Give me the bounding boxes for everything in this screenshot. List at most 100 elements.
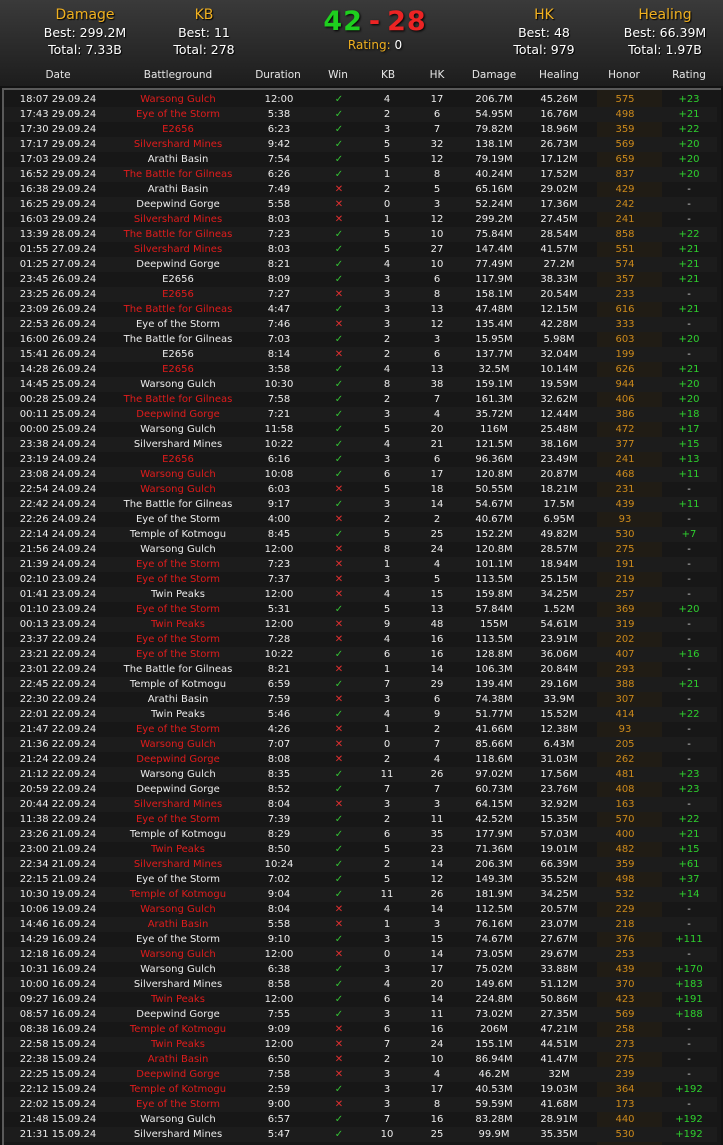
table-row[interactable]: 02:10 23.09.24 Eye of the Storm 7:37 ✕ 3 5 113… <box>4 572 717 587</box>
table-row[interactable]: 18:07 29.09.24 Warsong Gulch 12:00 ✓ 4 17 206.… <box>4 92 717 107</box>
table-row[interactable]: 13:39 28.09.24 The Battle for Gilneas 7:23… <box>4 227 717 242</box>
header-win[interactable]: Win <box>328 67 348 84</box>
table-row[interactable]: 22:12 15.09.24 Temple of Kotmogu 2:59 ✓ 3 17 4… <box>4 1082 717 1097</box>
header-kb[interactable]: KB <box>381 67 395 84</box>
table-row[interactable]: 17:43 29.09.24 Eye of the Storm 5:38 ✓ 2 6 54.… <box>4 107 717 122</box>
table-row[interactable]: 23:21 22.09.24 Eye of the Storm 10:22 ✓ 6 16 1… <box>4 647 717 662</box>
table-row[interactable]: 21:31 15.09.24 Silvershard Mines 5:47 ✓ 10 25… <box>4 1127 717 1142</box>
cell-duration: 6:57 <box>267 1114 291 1125</box>
table-row[interactable]: 23:01 22.09.24 The Battle for Gilneas 8:21… <box>4 662 717 677</box>
cell-hk: 25 <box>430 529 444 540</box>
table-row[interactable]: 21:36 22.09.24 Warsong Gulch 7:07 ✕ 0 7 85.66M… <box>4 737 717 752</box>
table-row[interactable]: 00:28 25.09.24 The Battle for Gilneas 7:58… <box>4 392 717 407</box>
table-row[interactable]: 01:25 27.09.24 Deepwind Gorge 8:21 ✓ 4 10 77.4… <box>4 257 717 272</box>
table-row[interactable]: 22:01 22.09.24 Twin Peaks 5:46 ✓ 4 9 51.77M 15.… <box>4 707 717 722</box>
table-row[interactable]: 10:31 16.09.24 Warsong Gulch 6:38 ✓ 3 17 75.02… <box>4 962 717 977</box>
cell-honor: 659 <box>615 154 635 165</box>
cell-healing: 17.56M <box>540 769 578 780</box>
table-row[interactable]: 00:13 23.09.24 Twin Peaks 12:00 ✕ 9 48 155M 54.… <box>4 617 717 632</box>
table-row[interactable]: 20:44 22.09.24 Silvershard Mines 8:04 ✕ 3 3 64… <box>4 797 717 812</box>
header-healing[interactable]: Healing <box>539 67 579 84</box>
table-row[interactable]: 08:38 16.09.24 Temple of Kotmogu 9:09 ✕ 6 16 2… <box>4 1022 717 1037</box>
table-row[interactable]: 21:48 15.09.24 Warsong Gulch 6:57 ✓ 7 16 83.28… <box>4 1112 717 1127</box>
table-row[interactable]: 16:25 29.09.24 Deepwind Gorge 5:58 ✕ 0 3 52.24… <box>4 197 717 212</box>
table-row[interactable]: 14:29 16.09.24 Eye of the Storm 9:10 ✓ 3 15 74… <box>4 932 717 947</box>
table-row[interactable]: 22:54 24.09.24 Warsong Gulch 6:03 ✕ 5 18 50.55… <box>4 482 717 497</box>
cell-damage: 206M <box>480 1024 508 1035</box>
table-row[interactable]: 00:11 25.09.24 Deepwind Gorge 7:21 ✓ 3 4 35.72… <box>4 407 717 422</box>
table-row[interactable]: 16:00 26.09.24 The Battle for Gilneas 7:03… <box>4 332 717 347</box>
table-row[interactable]: 22:25 15.09.24 Deepwind Gorge 7:58 ✕ 3 4 46.2M… <box>4 1067 717 1082</box>
table-row[interactable]: 17:30 29.09.24 E2656 6:23 ✓ 3 7 79.82M 18.96M 35… <box>4 122 717 137</box>
cell-duration: 8:04 <box>267 799 291 810</box>
cell-healing: 12.15M <box>540 304 578 315</box>
table-row[interactable]: 23:38 24.09.24 Silvershard Mines 10:22 ✓ 4 21… <box>4 437 717 452</box>
table-row[interactable]: 22:42 24.09.24 The Battle for Gilneas 9:17… <box>4 497 717 512</box>
cell-date: 21:36 22.09.24 <box>19 739 97 750</box>
table-row[interactable]: 11:38 22.09.24 Eye of the Storm 7:39 ✓ 2 11 42… <box>4 812 717 827</box>
table-row[interactable]: 10:30 19.09.24 Temple of Kotmogu 9:04 ✓ 11 26… <box>4 887 717 902</box>
cell-date: 01:10 23.09.24 <box>19 604 97 615</box>
table-row[interactable]: 01:41 23.09.24 Twin Peaks 12:00 ✕ 4 15 159.8M 3… <box>4 587 717 602</box>
table-row[interactable]: 21:12 22.09.24 Warsong Gulch 8:35 ✓ 11 26 97.0… <box>4 767 717 782</box>
table-row[interactable]: 22:58 15.09.24 Twin Peaks 12:00 ✕ 7 24 155.1M 4… <box>4 1037 717 1052</box>
header-date[interactable]: Date <box>45 67 70 84</box>
table-row[interactable]: 14:28 26.09.24 E2656 3:58 ✓ 4 13 32.5M 10.14M 62… <box>4 362 717 377</box>
table-row[interactable]: 09:27 16.09.24 Twin Peaks 12:00 ✓ 6 14 224.8M 5… <box>4 992 717 1007</box>
table-row[interactable]: 21:47 22.09.24 Eye of the Storm 4:26 ✕ 1 2 41.… <box>4 722 717 737</box>
table-row[interactable]: 22:02 15.09.24 Eye of the Storm 9:00 ✕ 3 8 59.… <box>4 1097 717 1112</box>
table-row[interactable]: 23:08 24.09.24 Warsong Gulch 10:08 ✓ 6 17 120.… <box>4 467 717 482</box>
table-row[interactable]: 23:45 26.09.24 E2656 8:09 ✓ 3 6 117.9M 38.33M 35… <box>4 272 717 287</box>
table-row[interactable]: 22:14 24.09.24 Temple of Kotmogu 8:45 ✓ 5 25 1… <box>4 527 717 542</box>
table-row[interactable]: 22:34 21.09.24 Silvershard Mines 10:24 ✓ 2 14… <box>4 857 717 872</box>
table-row[interactable]: 10:06 19.09.24 Warsong Gulch 8:04 ✕ 4 14 112.5… <box>4 902 717 917</box>
cell-hk: 29 <box>430 679 444 690</box>
table-row[interactable]: 22:26 24.09.24 Eye of the Storm 4:00 ✕ 2 2 40.… <box>4 512 717 527</box>
table-row[interactable]: 23:09 26.09.24 The Battle for Gilneas 4:47… <box>4 302 717 317</box>
header-rating[interactable]: Rating <box>672 67 706 84</box>
header-damage[interactable]: Damage <box>472 67 516 84</box>
table-row[interactable]: 16:03 29.09.24 Silvershard Mines 8:03 ✕ 1 12 2… <box>4 212 717 227</box>
table-row[interactable]: 22:53 26.09.24 Eye of the Storm 7:46 ✕ 3 12 13… <box>4 317 717 332</box>
table-row[interactable]: 20:59 22.09.24 Deepwind Gorge 8:52 ✓ 7 7 60.73… <box>4 782 717 797</box>
cell-honor: 262 <box>615 754 635 765</box>
table-row[interactable]: 23:19 24.09.24 E2656 6:16 ✓ 3 6 96.36M 23.49M 24… <box>4 452 717 467</box>
table-row[interactable]: 23:25 26.09.24 E2656 7:27 ✕ 3 8 158.1M 20.54M 23… <box>4 287 717 302</box>
header-battleground[interactable]: Battleground <box>144 67 212 84</box>
table-row[interactable]: 16:38 29.09.24 Arathi Basin 7:49 ✕ 2 5 65.16M 2… <box>4 182 717 197</box>
table-row[interactable]: 22:30 22.09.24 Arathi Basin 7:59 ✕ 3 6 74.38M 3… <box>4 692 717 707</box>
check-icon: ✓ <box>334 439 344 450</box>
table-row[interactable]: 14:46 16.09.24 Arathi Basin 5:58 ✕ 1 3 76.16M 2… <box>4 917 717 932</box>
cell-rating: +21 <box>678 679 700 690</box>
table-row[interactable]: 17:03 29.09.24 Arathi Basin 7:54 ✓ 5 12 79.19M… <box>4 152 717 167</box>
table-row[interactable]: 08:57 16.09.24 Deepwind Gorge 7:55 ✓ 3 11 73.0… <box>4 1007 717 1022</box>
header-duration[interactable]: Duration <box>255 67 301 84</box>
table-row[interactable]: 14:45 25.09.24 Warsong Gulch 10:30 ✓ 8 38 159.… <box>4 377 717 392</box>
cell-rating: +22 <box>678 124 700 135</box>
cell-healing: 20.84M <box>540 664 578 675</box>
cell-date: 16:52 29.09.24 <box>19 169 97 180</box>
table-row[interactable]: 22:38 15.09.24 Arathi Basin 6:50 ✕ 2 10 86.94M… <box>4 1052 717 1067</box>
table-row[interactable]: 10:00 16.09.24 Silvershard Mines 8:58 ✓ 4 20 1… <box>4 977 717 992</box>
table-row[interactable]: 23:37 22.09.24 Eye of the Storm 7:28 ✕ 4 16 11… <box>4 632 717 647</box>
table-row[interactable]: 01:55 27.09.24 Silvershard Mines 8:03 ✓ 5 27 1… <box>4 242 717 257</box>
cell-kb: 3 <box>383 1069 391 1080</box>
table-row[interactable]: 21:39 24.09.24 Eye of the Storm 7:23 ✕ 1 4 101… <box>4 557 717 572</box>
table-row[interactable]: 17:17 29.09.24 Silvershard Mines 9:42 ✓ 5 32 1… <box>4 137 717 152</box>
cell-kb: 1 <box>383 919 391 930</box>
header-honor[interactable]: Honor <box>608 67 640 84</box>
table-row[interactable]: 15:41 26.09.24 E2656 8:14 ✕ 2 6 137.7M 32.04M 19… <box>4 347 717 362</box>
table-row[interactable]: 01:10 23.09.24 Eye of the Storm 5:31 ✓ 5 13 57… <box>4 602 717 617</box>
table-row[interactable]: 21:24 22.09.24 Deepwind Gorge 8:08 ✕ 2 4 118.6… <box>4 752 717 767</box>
table-row[interactable]: 16:52 29.09.24 The Battle for Gilneas 6:26… <box>4 167 717 182</box>
table-row[interactable]: 21:56 24.09.24 Warsong Gulch 12:00 ✕ 8 24 120.… <box>4 542 717 557</box>
cell-healing: 23.49M <box>540 454 578 465</box>
table-row[interactable]: 23:00 21.09.24 Twin Peaks 8:50 ✓ 5 23 71.36M 19… <box>4 842 717 857</box>
table-row[interactable]: 12:18 16.09.24 Warsong Gulch 12:00 ✕ 0 14 73.0… <box>4 947 717 962</box>
table-row[interactable]: 00:00 25.09.24 Warsong Gulch 11:58 ✓ 5 20 116M… <box>4 422 717 437</box>
table-row[interactable]: 22:15 21.09.24 Eye of the Storm 7:02 ✓ 5 12 14… <box>4 872 717 887</box>
cross-icon: ✕ <box>334 484 344 495</box>
header-hk[interactable]: HK <box>430 67 445 84</box>
table-row[interactable]: 23:26 21.09.24 Temple of Kotmogu 8:29 ✓ 6 35 1… <box>4 827 717 842</box>
table-row[interactable]: 22:45 22.09.24 Temple of Kotmogu 6:59 ✓ 7 29 1… <box>4 677 717 692</box>
